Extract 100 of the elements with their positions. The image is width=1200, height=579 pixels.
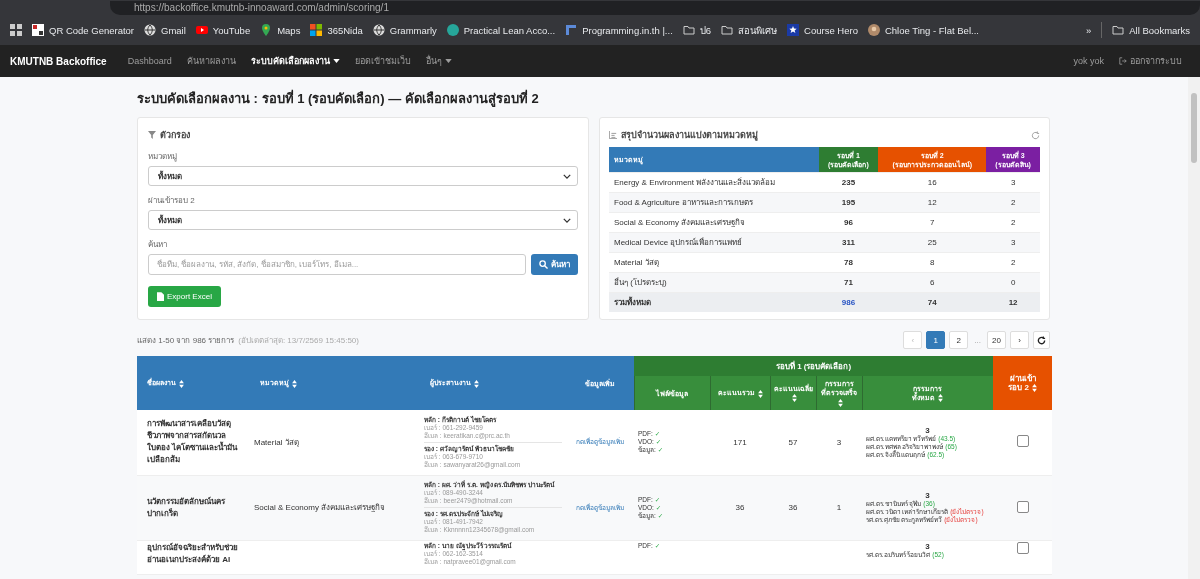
logout-icon xyxy=(1119,57,1127,65)
address-bar[interactable]: https://backoffice.kmutnb-innoaward.com/admin/scoring/1 xyxy=(110,1,1200,15)
chevron-icon xyxy=(563,173,571,179)
table-cell: 57 xyxy=(770,410,816,475)
checkbox[interactable] xyxy=(1016,435,1029,448)
bookmark[interactable]: Gmail xyxy=(144,24,186,36)
sort-icon[interactable] xyxy=(1031,383,1037,392)
page-icon xyxy=(565,24,578,36)
bookmark[interactable]: QR Code Generator xyxy=(32,24,134,36)
folder-icon xyxy=(1112,24,1125,36)
table-cell: 986 xyxy=(818,292,879,312)
table-cell: 3 xyxy=(816,410,862,475)
project-name: นวัตกรรมอัตลักษณ์นครปากเกร็ด xyxy=(137,475,250,540)
project-name: การพัฒนาสารเคลือบวัสดุชีวภาพจากสารสกัดนวลใบตอง ไคโตซานและน้ำมันเปลือกส้ม xyxy=(137,410,250,475)
caret-icon xyxy=(444,59,452,63)
field-label: ค้นหา xyxy=(148,239,167,251)
bookmark[interactable]: Maps xyxy=(260,24,301,36)
category-cell: Social & Economy สังคมและเศรษฐกิจ xyxy=(250,475,420,540)
more-bookmarks-button[interactable]: » xyxy=(1086,24,1092,36)
column-header[interactable]: ผ่านเข้า รอบ 2 xyxy=(993,356,1053,410)
table-cell: Food & Agriculture อาหารและการเกษตร xyxy=(609,192,819,213)
search-icon xyxy=(539,260,548,269)
select-field[interactable]: ทั้งหมด xyxy=(148,210,578,230)
page-button[interactable]: 2 xyxy=(949,331,969,349)
page-button[interactable]: 1 xyxy=(926,331,946,349)
globe-icon xyxy=(144,24,156,36)
bookmark[interactable]: สอนพิเศษ xyxy=(721,22,778,38)
sort-icon[interactable] xyxy=(292,379,297,388)
refresh-icon[interactable] xyxy=(1031,130,1040,140)
all-bookmarks-folder[interactable]: All Bookmarks xyxy=(1112,24,1190,36)
checkbox[interactable] xyxy=(1016,541,1029,554)
committee-count: 3 xyxy=(924,425,931,435)
select-field[interactable]: ทั้งหมด xyxy=(148,166,578,186)
file-icon xyxy=(157,292,164,301)
table-cell: 12 xyxy=(986,292,1040,312)
table-cell: 25 xyxy=(878,232,987,253)
refresh-icon xyxy=(1037,335,1046,345)
chart-icon xyxy=(609,131,617,139)
page-button[interactable]: 20 xyxy=(987,331,1006,349)
map-pin-icon xyxy=(260,24,273,36)
reload-button[interactable] xyxy=(1033,331,1050,349)
scrollbar[interactable] xyxy=(1188,77,1200,579)
project-name: อุปกรณ์อัจฉริยะสำหรับช่วยอ่านอเนกประสงค์ด้วย AI xyxy=(137,540,250,574)
table-cell: 36 xyxy=(770,475,816,540)
filter-title: ตัวกรอง xyxy=(148,128,190,142)
next-page-button[interactable]: › xyxy=(1010,331,1029,349)
chevron-icon xyxy=(563,217,571,223)
sort-icon[interactable] xyxy=(938,394,944,403)
bookmark[interactable]: YouTube xyxy=(195,24,251,36)
bookmark[interactable]: Practical Lean Acco... xyxy=(446,24,556,36)
table-cell: Medical Device อุปกรณ์เพื่อการแพทย์ xyxy=(609,232,819,253)
grid-icon xyxy=(310,24,323,36)
page-title: ระบบคัดเลือกผลงาน : รอบที่ 1 (รอบคัดเลือก) — คัดเลือกผลงานสู่รอบที่ 2 xyxy=(137,88,540,109)
field-label: หมวดหมู่ xyxy=(148,151,177,163)
pagination-ellipsis: ... xyxy=(973,335,982,345)
search-button[interactable]: ค้นหา xyxy=(531,254,578,275)
caret-icon xyxy=(332,59,340,63)
sort-icon[interactable] xyxy=(474,379,479,388)
table-cell: 171 xyxy=(710,410,770,475)
globe-icon xyxy=(372,24,385,36)
avatar-icon xyxy=(867,24,880,36)
qr-code-icon xyxy=(32,24,44,36)
apps-grid-icon[interactable] xyxy=(10,24,22,36)
sort-icon[interactable] xyxy=(179,379,184,388)
nav-item[interactable]: ค้นหาผลงาน xyxy=(186,54,236,68)
bookmark[interactable]: Chloe Ting - Flat Bel... xyxy=(867,24,979,36)
nav-item[interactable]: อื่นๆ xyxy=(425,54,452,68)
nav-item[interactable]: ยอดเข้าชมเว็บ xyxy=(354,54,411,68)
nav-item[interactable]: Dashboard xyxy=(127,56,172,66)
app-icon xyxy=(446,24,459,36)
folder-icon xyxy=(721,24,734,36)
bookmark[interactable]: ป6 xyxy=(682,22,712,38)
committee-count: 3 xyxy=(924,491,931,500)
checkbox[interactable] xyxy=(1016,500,1029,513)
sort-icon[interactable] xyxy=(757,389,763,398)
bookmark[interactable]: Course Hero xyxy=(787,24,858,36)
nav-item[interactable]: ระบบคัดเลือกผลงาน xyxy=(250,54,340,68)
filter-icon xyxy=(148,131,156,139)
column-group-header: รอบที่ 1 (รอบคัดเลือก) xyxy=(634,356,994,376)
table-cell: 0 xyxy=(986,272,1040,293)
table-cell: 1 xyxy=(816,475,862,540)
table-cell: 2 xyxy=(986,192,1040,213)
table-cell: 12 xyxy=(878,192,987,213)
bookmark[interactable]: 365Nida xyxy=(310,24,363,36)
bookmark[interactable]: Grammarly xyxy=(372,24,437,36)
table-cell: 6 xyxy=(878,272,987,293)
summary-title: สรุปจำนวนผลงานแบ่งตามหมวดหมู่ xyxy=(609,128,758,142)
play-icon xyxy=(195,24,208,36)
committee-count: 3 xyxy=(924,541,931,551)
brand-title[interactable]: KMUTNB Backoffice xyxy=(10,55,107,67)
sort-icon[interactable] xyxy=(838,398,843,407)
user-name: yok yok xyxy=(1073,56,1104,66)
last-updated: (อัปเดตล่าสุด: 13/7/2569 15:45:50) xyxy=(238,334,359,347)
logout-link[interactable]: ออกจากระบบ xyxy=(1119,54,1182,68)
table-cell: 36 xyxy=(710,475,770,540)
table-cell: 195 xyxy=(818,192,879,213)
search-field[interactable]: ชื่อทีม, ชื่อผลงาน, รหัส, สังกัด, ชื่อสมาชิก, เบอร์โทร, อีเมล... xyxy=(148,254,526,275)
sort-icon[interactable] xyxy=(792,394,797,403)
bookmark[interactable]: Programming.in.th |... xyxy=(565,24,673,36)
star-icon xyxy=(787,24,800,36)
